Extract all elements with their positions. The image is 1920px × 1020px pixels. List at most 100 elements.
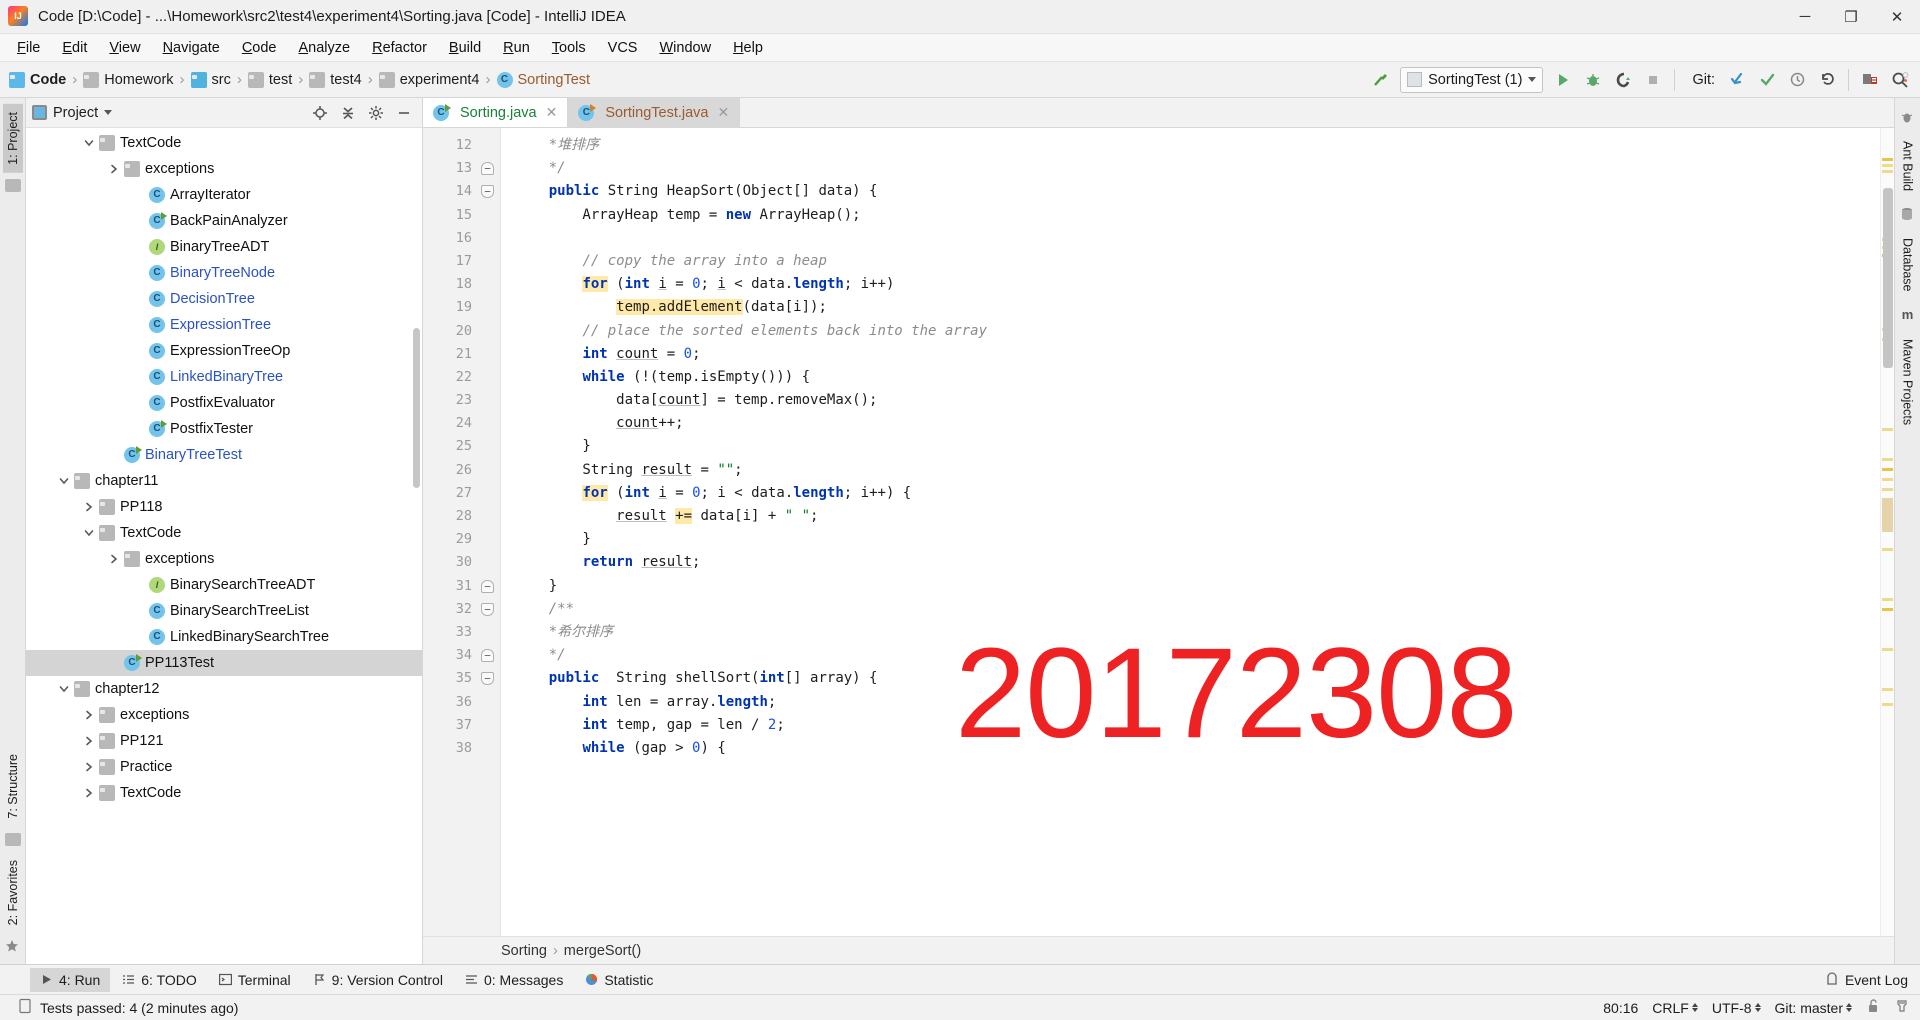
tree-row[interactable]: PostfixTester: [26, 416, 422, 442]
tree-row[interactable]: BinarySearchTreeList: [26, 598, 422, 624]
line-number[interactable]: 32−: [423, 598, 500, 621]
tree-row[interactable]: exceptions: [26, 156, 422, 182]
tool-window-9--version-control[interactable]: 9: Version Control: [303, 968, 453, 992]
tree-row[interactable]: exceptions: [26, 546, 422, 572]
line-number[interactable]: 16: [423, 227, 500, 250]
code-marker[interactable]: [1882, 428, 1893, 431]
fold-toggle-icon[interactable]: −: [481, 162, 494, 176]
tree-row[interactable]: BinaryTreeADT: [26, 234, 422, 260]
code-line[interactable]: }: [501, 528, 1880, 551]
line-number[interactable]: 14−: [423, 180, 500, 203]
code-marker[interactable]: [1882, 488, 1893, 491]
tree-row[interactable]: chapter12: [26, 676, 422, 702]
tree-row[interactable]: LinkedBinaryTree: [26, 364, 422, 390]
debug-icon[interactable]: [1579, 66, 1607, 94]
menu-item-run[interactable]: Run: [492, 36, 541, 60]
update-project-icon[interactable]: [1723, 66, 1751, 94]
chevron-right-icon[interactable]: [106, 551, 122, 567]
star-icon[interactable]: [5, 939, 21, 952]
code-line[interactable]: */: [501, 157, 1880, 180]
tree-row[interactable]: PP121: [26, 728, 422, 754]
code-content[interactable]: *堆排序 */ public String HeapSort(Object[] …: [501, 128, 1880, 936]
project-tree[interactable]: TextCode exceptions ArrayIterator BackPainA…: [26, 128, 422, 964]
breadcrumb-method[interactable]: mergeSort(): [564, 943, 641, 959]
event-log-group[interactable]: Event Log: [1825, 971, 1920, 989]
code-line[interactable]: /**: [501, 598, 1880, 621]
code-line[interactable]: [501, 227, 1880, 250]
chevron-right-icon[interactable]: [81, 707, 97, 723]
tree-scrollbar[interactable]: [413, 328, 420, 488]
right-tab-database[interactable]: Database: [1898, 230, 1918, 300]
line-number[interactable]: 24: [423, 412, 500, 435]
code-line[interactable]: */: [501, 644, 1880, 667]
tree-row[interactable]: TextCode: [26, 130, 422, 156]
build-hammer-icon[interactable]: [1366, 66, 1394, 94]
code-marker[interactable]: [1882, 164, 1893, 167]
sidebar-tab-favorites[interactable]: 2: Favorites: [3, 852, 23, 933]
close-icon[interactable]: ✕: [717, 104, 729, 121]
chevron-down-icon[interactable]: [56, 473, 72, 489]
chevron-down-icon[interactable]: [56, 681, 72, 697]
code-line[interactable]: data[count] = temp.removeMax();: [501, 389, 1880, 412]
code-marker[interactable]: [1882, 478, 1893, 481]
commit-icon[interactable]: [1753, 66, 1781, 94]
line-number[interactable]: 28: [423, 505, 500, 528]
line-number[interactable]: 22: [423, 366, 500, 389]
tool-window-6--todo[interactable]: 6: TODO: [112, 968, 207, 992]
project-panel-title[interactable]: Project: [32, 105, 304, 121]
tree-row[interactable]: TextCode: [26, 780, 422, 806]
chevron-down-icon[interactable]: [104, 110, 113, 115]
line-number[interactable]: 34−: [423, 644, 500, 667]
line-number[interactable]: 21: [423, 343, 500, 366]
code-line[interactable]: }: [501, 575, 1880, 598]
chevron-right-icon[interactable]: [81, 759, 97, 775]
rollback-icon[interactable]: [1813, 66, 1841, 94]
minimize-button[interactable]: ─: [1782, 0, 1828, 34]
code-marker[interactable]: [1882, 158, 1893, 161]
tool-window-statistic[interactable]: Statistic: [575, 968, 663, 992]
fold-toggle-icon[interactable]: −: [481, 185, 494, 199]
maximize-button[interactable]: ❐: [1828, 0, 1874, 34]
breadcrumb-item-test[interactable]: test: [245, 70, 295, 90]
code-line[interactable]: while (gap > 0) {: [501, 737, 1880, 760]
stop-icon[interactable]: [1639, 66, 1667, 94]
code-line[interactable]: *希尔排序: [501, 621, 1880, 644]
line-number[interactable]: 27: [423, 482, 500, 505]
breadcrumb-item-homework[interactable]: Homework: [80, 70, 176, 90]
code-marker[interactable]: [1882, 703, 1893, 706]
code-line[interactable]: public String shellSort(int[] array) {: [501, 667, 1880, 690]
tree-row[interactable]: PP118: [26, 494, 422, 520]
sidebar-tab-project[interactable]: 1: Project: [2, 104, 23, 173]
menu-item-help[interactable]: Help: [722, 36, 774, 60]
code-marker[interactable]: [1882, 648, 1893, 651]
tree-row[interactable]: BinaryTreeNode: [26, 260, 422, 286]
ant-build-icon[interactable]: [1900, 110, 1915, 125]
close-icon[interactable]: ✕: [546, 104, 558, 121]
line-number[interactable]: 37: [423, 714, 500, 737]
right-tab-ant-build[interactable]: Ant Build: [1898, 133, 1918, 199]
line-number[interactable]: 26: [423, 459, 500, 482]
fold-toggle-icon[interactable]: −: [481, 602, 494, 616]
line-number[interactable]: 17: [423, 250, 500, 273]
chevron-right-icon[interactable]: [81, 499, 97, 515]
line-number[interactable]: 38: [423, 737, 500, 760]
breadcrumb-item-sortingtest[interactable]: SortingTest: [494, 70, 594, 90]
chevron-right-icon[interactable]: [81, 733, 97, 749]
structure-icon[interactable]: [4, 832, 21, 846]
code-line[interactable]: count++;: [501, 412, 1880, 435]
line-number[interactable]: 30: [423, 551, 500, 574]
tree-row[interactable]: ExpressionTreeOp: [26, 338, 422, 364]
menu-item-tools[interactable]: Tools: [541, 36, 597, 60]
menu-item-window[interactable]: Window: [648, 36, 722, 60]
menu-item-build[interactable]: Build: [438, 36, 492, 60]
editor-tab-sorting-java[interactable]: Sorting.java ✕: [423, 98, 569, 127]
tool-window-0--messages[interactable]: 0: Messages: [455, 968, 573, 992]
tree-row[interactable]: LinkedBinarySearchTree: [26, 624, 422, 650]
tree-row[interactable]: ArrayIterator: [26, 182, 422, 208]
menu-item-analyze[interactable]: Analyze: [288, 36, 362, 60]
git-branch-selector[interactable]: Git: master: [1775, 1000, 1852, 1016]
line-number[interactable]: 13−: [423, 157, 500, 180]
tree-row[interactable]: BinarySearchTreeADT: [26, 572, 422, 598]
code-line[interactable]: temp.addElement(data[i]);: [501, 296, 1880, 319]
line-number[interactable]: 18: [423, 273, 500, 296]
